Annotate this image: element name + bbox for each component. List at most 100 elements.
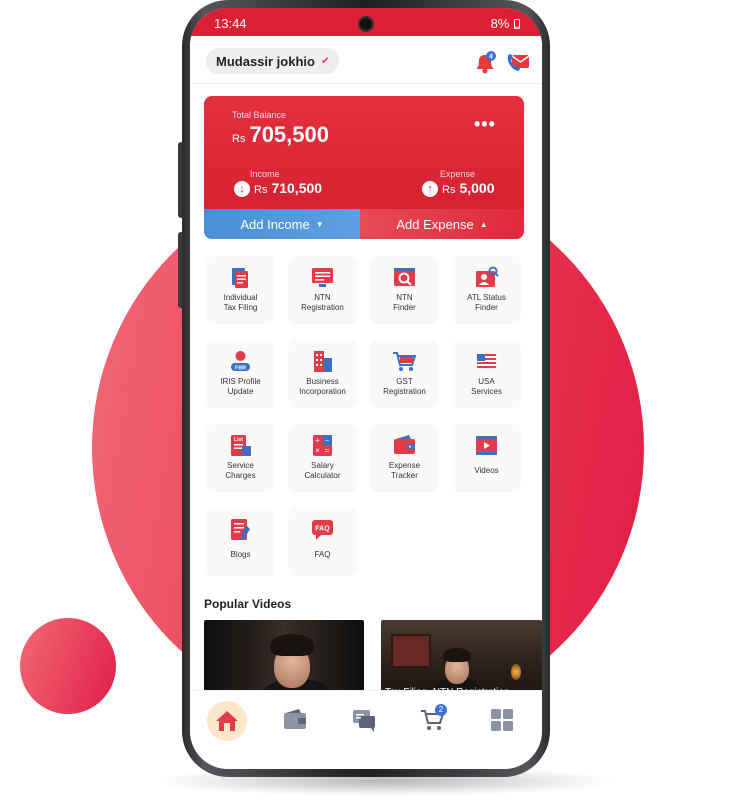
service-individual-tax-filing[interactable]: Individual Tax Filing xyxy=(207,256,274,322)
ntn-registration-icon xyxy=(312,268,333,287)
expense-label: Expense xyxy=(440,169,476,179)
tile-label: FAQ xyxy=(314,550,331,559)
svg-text:+: + xyxy=(315,436,320,445)
atl-status-icon xyxy=(476,266,499,287)
battery-icon xyxy=(514,19,520,29)
expense-value: 5,000 xyxy=(459,180,495,196)
expense-arrow-up-icon: ↑ xyxy=(422,181,438,198)
battery-percentage: 8% xyxy=(490,16,510,31)
service-videos[interactable]: Videos xyxy=(453,424,520,490)
svg-text:×: × xyxy=(315,446,320,455)
expense-amount: ↑ Rs 5,000 xyxy=(422,180,495,198)
chat-icon[interactable] xyxy=(351,707,377,733)
expense-currency: Rs xyxy=(442,184,456,196)
service-atl-status-finder[interactable]: ATL Status Finder xyxy=(453,256,520,322)
status-time: 13:44 xyxy=(214,16,247,31)
cart-badge: 2 xyxy=(435,704,447,716)
income-amount: ↓ Rs 710,500 xyxy=(234,180,323,198)
video-presenter-hair xyxy=(270,634,314,656)
balance-actions: Add Income ▼ Add Expense ▲ xyxy=(204,209,524,239)
service-gst-registration[interactable]: GST Registration xyxy=(371,340,438,406)
tile-label: NTN Finder xyxy=(393,293,416,312)
service-ntn-finder[interactable]: NTN Finder xyxy=(371,256,438,322)
service-faq[interactable]: FAQ FAQ xyxy=(289,508,356,574)
phone-frame: 13:44 8% Mudassir jokhio ✔ 4 Total Balan… xyxy=(182,0,550,777)
total-balance-label: Total Balance xyxy=(232,110,287,120)
tile-label: Salary Calculator xyxy=(304,461,341,480)
service-expense-tracker[interactable]: Expense Tracker xyxy=(371,424,438,490)
service-service-charges[interactable]: List Service Charges xyxy=(207,424,274,490)
wallet-icon xyxy=(394,435,415,454)
tile-label: Blogs xyxy=(230,550,251,559)
calculator-icon: + − × = xyxy=(313,435,332,456)
usa-flag-icon xyxy=(476,353,497,369)
tax-document-icon xyxy=(232,268,248,288)
service-blogs[interactable]: Blogs xyxy=(207,508,274,574)
add-income-button[interactable]: Add Income ▼ xyxy=(204,209,360,239)
tile-label: Business Incorporation xyxy=(299,377,346,396)
income-arrow-down-icon: ↓ xyxy=(234,181,250,198)
iris-profile-icon: FBR xyxy=(231,351,250,372)
total-balance-value: 705,500 xyxy=(249,122,329,147)
income-currency: Rs xyxy=(254,184,268,196)
notification-bell-icon[interactable]: 4 xyxy=(474,51,496,75)
list-tag: List xyxy=(234,437,243,443)
app-header: Mudassir jokhio ✔ 4 xyxy=(190,36,542,84)
popular-videos-title: Popular Videos xyxy=(204,597,292,611)
status-battery: 8% xyxy=(491,16,520,31)
add-expense-button[interactable]: Add Expense ▲ xyxy=(360,209,524,239)
user-profile-chip[interactable]: Mudassir jokhio ✔ xyxy=(206,48,340,74)
contact-mail-icon[interactable] xyxy=(506,51,530,73)
video-thumbnail-1[interactable] xyxy=(204,620,364,700)
video-presenter-hair xyxy=(443,648,471,662)
total-currency: Rs xyxy=(232,133,246,145)
service-business-incorporation[interactable]: Business Incorporation xyxy=(289,340,356,406)
income-value: 710,500 xyxy=(271,180,323,196)
tile-label: ATL Status Finder xyxy=(467,293,506,312)
phone-screen: 13:44 8% Mudassir jokhio ✔ 4 Total Balan… xyxy=(190,8,542,769)
user-name: Mudassir jokhio xyxy=(216,53,315,69)
total-balance-amount: Rs 705,500 xyxy=(232,122,329,148)
fbr-tag: FBR xyxy=(235,366,246,372)
service-ntn-registration[interactable]: NTN Registration xyxy=(289,256,356,322)
tile-label: USA Services xyxy=(471,377,502,396)
faq-icon: FAQ xyxy=(312,520,333,540)
caret-down-icon: ▼ xyxy=(315,219,324,229)
tile-label: GST Registration xyxy=(383,377,426,396)
add-income-label: Add Income xyxy=(240,216,310,232)
tile-label: Expense Tracker xyxy=(388,461,421,480)
service-usa-services[interactable]: USA Services xyxy=(453,340,520,406)
front-camera xyxy=(358,16,374,32)
bottom-nav: 2 xyxy=(190,690,542,769)
more-options-icon[interactable]: ••• xyxy=(474,114,496,135)
tile-label: IRIS Profile Update xyxy=(220,377,261,396)
service-charges-icon: List xyxy=(231,435,251,456)
chevron-down-icon: ✔ xyxy=(320,55,330,67)
income-label: Income xyxy=(250,169,280,179)
tile-label: Service Charges xyxy=(225,461,256,480)
service-iris-profile-update[interactable]: FBR IRIS Profile Update xyxy=(207,340,274,406)
faq-tag: FAQ xyxy=(315,526,330,533)
home-icon xyxy=(216,711,238,731)
ntn-finder-icon xyxy=(394,268,415,286)
tile-label: Individual Tax Filing xyxy=(223,293,258,312)
svg-text:=: = xyxy=(325,446,330,455)
nav-home[interactable] xyxy=(207,701,247,741)
wallet-icon[interactable] xyxy=(282,707,308,733)
caret-up-icon: ▲ xyxy=(479,219,488,229)
service-salary-calculator[interactable]: + − × = Salary Calculator xyxy=(289,424,356,490)
tile-label: NTN Registration xyxy=(301,293,344,312)
balance-card: Total Balance Rs 705,500 ••• Income ↓ Rs 71… xyxy=(204,96,524,239)
status-bar: 13:44 8% xyxy=(190,8,542,36)
business-building-icon xyxy=(314,351,332,372)
video-thumbnail-2[interactable]: Tax Filing, NTN Registration xyxy=(381,620,542,700)
gst-cart-icon xyxy=(393,352,417,371)
nav-cart[interactable]: 2 xyxy=(420,704,450,735)
background-circle-small xyxy=(20,618,116,714)
grid-icon[interactable] xyxy=(489,707,515,733)
notification-count: 4 xyxy=(489,54,493,61)
video-background-lamp xyxy=(511,664,521,680)
video-background-frame xyxy=(391,634,431,668)
stage: 13:44 8% Mudassir jokhio ✔ 4 Total Balan… xyxy=(0,0,731,804)
blog-icon xyxy=(231,519,250,540)
